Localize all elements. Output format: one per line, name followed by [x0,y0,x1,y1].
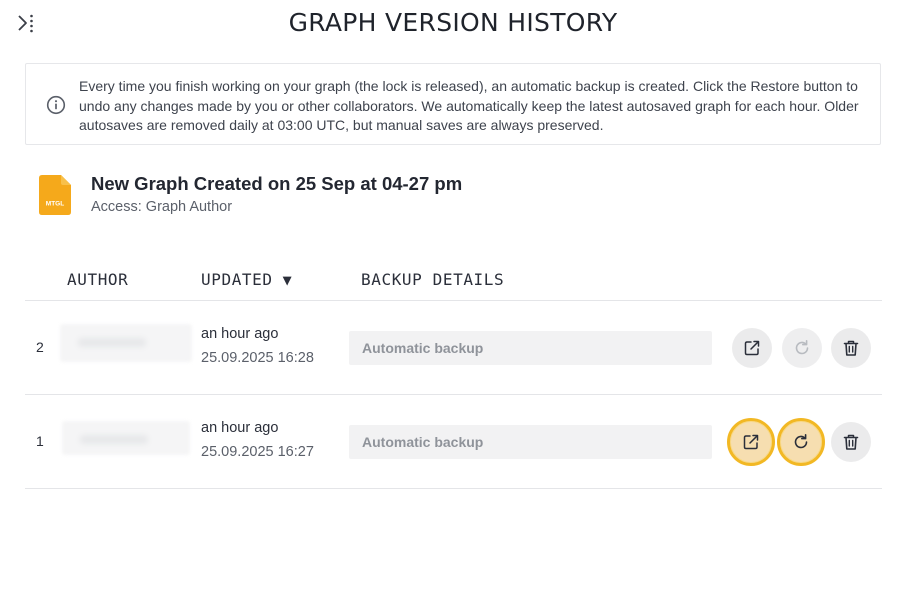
info-icon [46,95,66,115]
column-header-updated-label: UPDATED [201,270,273,289]
updated-relative: an hour ago [201,420,279,436]
page-title: GRAPH VERSION HISTORY [288,8,618,37]
column-header-backup-details: BACKUP DETAILS [361,270,505,289]
column-header-author: AUTHOR [67,270,129,289]
table-header-divider [25,300,882,301]
backup-details-field[interactable]: Automatic backup [349,425,712,459]
updated-relative: an hour ago [201,326,279,342]
updated-timestamp: 25.09.2025 16:27 [201,444,314,460]
backup-details-field[interactable]: Automatic backup [349,331,712,365]
sort-descending-icon: ▼ [282,271,293,289]
row-index: 2 [36,339,44,355]
graph-title: New Graph Created on 25 Sep at 04-27 pm [91,173,463,194]
trash-icon [843,434,859,450]
info-text: Every time you finish working on your gr… [79,78,859,133]
refresh-icon [795,340,809,355]
trash-icon [843,340,859,356]
restore-backup-button[interactable] [777,418,825,466]
external-link-icon [743,434,759,450]
graph-file-icon: MTGL [39,175,71,215]
row-divider [25,488,882,489]
row-divider [25,394,882,395]
author-redacted [62,421,190,455]
external-link-icon [744,340,760,356]
refresh-icon [794,434,808,449]
info-banner: Every time you finish working on your gr… [25,63,881,145]
restore-backup-button[interactable] [782,328,822,368]
delete-backup-button[interactable] [831,422,871,462]
author-redacted [60,324,192,362]
column-header-updated[interactable]: UPDATED ▼ [201,270,292,289]
open-backup-button[interactable] [732,328,772,368]
graph-file-icon-label: MTGL [46,201,64,208]
open-backup-button[interactable] [727,418,775,466]
graph-access-level: Access: Graph Author [91,199,233,215]
updated-timestamp: 25.09.2025 16:28 [201,350,314,366]
delete-backup-button[interactable] [831,328,871,368]
row-index: 1 [36,433,44,449]
